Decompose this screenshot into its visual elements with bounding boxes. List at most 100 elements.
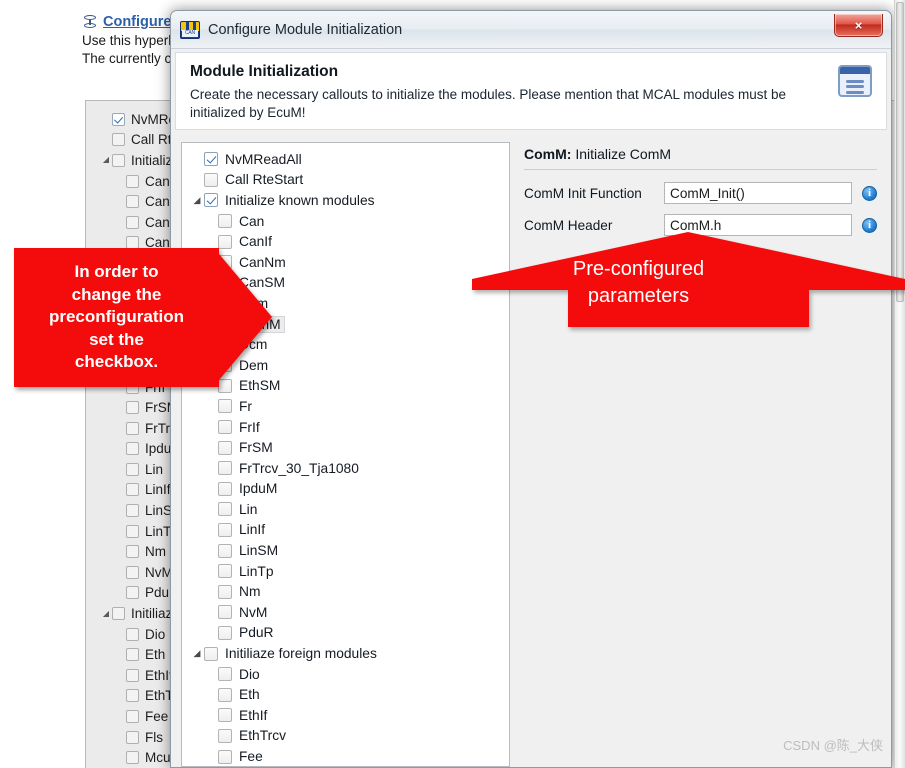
background-checkbox[interactable] [126, 710, 139, 724]
tree-item-lin[interactable]: Lin [190, 499, 509, 520]
tree-item-label: Initialize known modules [225, 192, 375, 208]
background-checkbox[interactable] [126, 730, 139, 744]
tree-item-frsm[interactable]: FrSM [190, 437, 509, 458]
expand-collapse-icon[interactable]: ◢ [100, 156, 112, 164]
background-checkbox[interactable] [112, 133, 125, 147]
close-button[interactable]: × [834, 14, 883, 37]
tree-item-frtrcv-30-tja1080[interactable]: FrTrcv_30_Tja1080 [190, 458, 509, 479]
tree-item-pdur[interactable]: PduR [190, 623, 509, 644]
background-checkbox[interactable] [126, 421, 139, 435]
tree-item-nvmreadall[interactable]: NvMReadAll [190, 149, 509, 170]
background-checkbox[interactable] [112, 153, 125, 167]
background-checkbox[interactable] [126, 462, 139, 476]
tree-item-can[interactable]: Can [190, 211, 509, 232]
background-checkbox[interactable] [112, 112, 125, 126]
background-checkbox[interactable] [126, 174, 139, 188]
tree-item-ethtrcv[interactable]: EthTrcv [190, 726, 509, 747]
tree-item-fee[interactable]: Fee [190, 746, 509, 766]
tree-item-fr[interactable]: Fr [190, 396, 509, 417]
checkbox-frif[interactable] [218, 420, 232, 435]
annotation-left-text: In order to change the preconfiguration set… [14, 248, 219, 387]
background-checkbox[interactable] [126, 565, 139, 579]
background-checkbox[interactable] [126, 689, 139, 703]
checkbox-dio[interactable] [218, 667, 232, 682]
background-checkbox[interactable] [126, 648, 139, 662]
dialog-titlebar[interactable]: CAN Configure Module Initialization × [171, 11, 891, 49]
checkbox-initialize-known-modules[interactable] [204, 193, 218, 208]
input-comm-init-function[interactable] [664, 182, 852, 204]
background-checkbox[interactable] [126, 751, 139, 765]
expand-collapse-icon[interactable]: ◢ [100, 609, 112, 618]
background-tree-item-label: Can [145, 173, 170, 189]
tree-item-lintp[interactable]: LinTp [190, 561, 509, 582]
background-tree-item-label: Dio [145, 626, 166, 642]
background-checkbox[interactable] [126, 442, 139, 456]
background-checkbox[interactable] [126, 195, 139, 209]
background-checkbox[interactable] [126, 483, 139, 497]
checkbox-nvm[interactable] [218, 605, 232, 620]
background-checkbox[interactable] [126, 545, 139, 559]
checkbox-ethtrcv[interactable] [218, 728, 232, 743]
background-checkbox[interactable] [126, 215, 139, 229]
checkbox-pdur[interactable] [218, 625, 232, 640]
module-list-icon [838, 65, 872, 97]
background-checkbox[interactable] [126, 524, 139, 538]
tree-item-linsm[interactable]: LinSM [190, 540, 509, 561]
checkbox-ipdum[interactable] [218, 481, 232, 496]
autosar-module-icon: CAN [180, 20, 200, 39]
checkbox-fr[interactable] [218, 399, 232, 414]
background-checkbox[interactable] [126, 627, 139, 641]
dialog-header-band: Module Initialization Create the necessa… [175, 52, 887, 130]
checkbox-canif[interactable] [218, 234, 232, 249]
checkbox-frtrcv-30-tja1080[interactable] [218, 461, 232, 476]
tree-item-eth[interactable]: Eth [190, 684, 509, 705]
background-checkbox[interactable] [126, 504, 139, 518]
tree-item-label: Initiliaze foreign modules [225, 646, 377, 662]
background-tree-item-label: Mcu [145, 750, 171, 766]
tree-item-label: Can [239, 213, 265, 229]
page-vertical-scrollbar[interactable] [894, 0, 905, 768]
background-checkbox[interactable] [112, 607, 125, 621]
link-chain-icon [82, 14, 98, 30]
tree-item-label: PduR [239, 625, 274, 641]
info-icon[interactable]: i [862, 217, 877, 233]
checkbox-ethif[interactable] [218, 708, 232, 723]
tree-item-label: CanIf [239, 234, 272, 250]
checkbox-eth[interactable] [218, 687, 232, 702]
tree-item-label: Fee [239, 749, 263, 765]
module-tree-panel[interactable]: NvMReadAll Call RteStart ◢ Initialize known… [181, 142, 510, 767]
tree-item-label: Fr [239, 398, 253, 414]
checkbox-lin[interactable] [218, 502, 232, 517]
expand-collapse-icon[interactable]: ◢ [190, 649, 204, 658]
checkbox-nvmreadall[interactable] [204, 152, 218, 167]
checkbox-nm[interactable] [218, 584, 232, 599]
tree-item-nm[interactable]: Nm [190, 581, 509, 602]
checkbox-call-rtestart[interactable] [204, 172, 218, 187]
checkbox-frsm[interactable] [218, 440, 232, 455]
checkbox-can[interactable] [218, 214, 232, 229]
background-tree-item-label: Fls [145, 729, 163, 745]
checkbox-initiliaze-foreign-modules[interactable] [204, 646, 218, 661]
detail-heading-text: Initialize ComM [571, 146, 672, 162]
background-checkbox[interactable] [126, 586, 139, 600]
tree-item-linif[interactable]: LinIf [190, 520, 509, 541]
detail-separator [524, 169, 877, 170]
tree-item-ethif[interactable]: EthIf [190, 705, 509, 726]
checkbox-linif[interactable] [218, 522, 232, 537]
tree-item-call-rtestart[interactable]: Call RteStart [190, 170, 509, 191]
tree-item-initialize-known-modules[interactable]: ◢ Initialize known modules [190, 190, 509, 211]
tree-item-frif[interactable]: FrIf [190, 417, 509, 438]
tree-item-dio[interactable]: Dio [190, 664, 509, 685]
tree-item-ipdum[interactable]: IpduM [190, 479, 509, 500]
checkbox-linsm[interactable] [218, 543, 232, 558]
checkbox-lintp[interactable] [218, 564, 232, 579]
checkbox-fee[interactable] [218, 749, 232, 764]
background-tree-item-label: LinIf [145, 482, 171, 498]
background-checkbox[interactable] [126, 401, 139, 415]
background-checkbox[interactable] [126, 668, 139, 682]
info-icon[interactable]: i [862, 185, 877, 201]
tree-item-nvm[interactable]: NvM [190, 602, 509, 623]
tree-item-label: Lin [239, 501, 258, 517]
expand-collapse-icon[interactable]: ◢ [190, 195, 204, 205]
tree-item-initiliaze-foreign-modules[interactable]: ◢ Initiliaze foreign modules [190, 643, 509, 664]
